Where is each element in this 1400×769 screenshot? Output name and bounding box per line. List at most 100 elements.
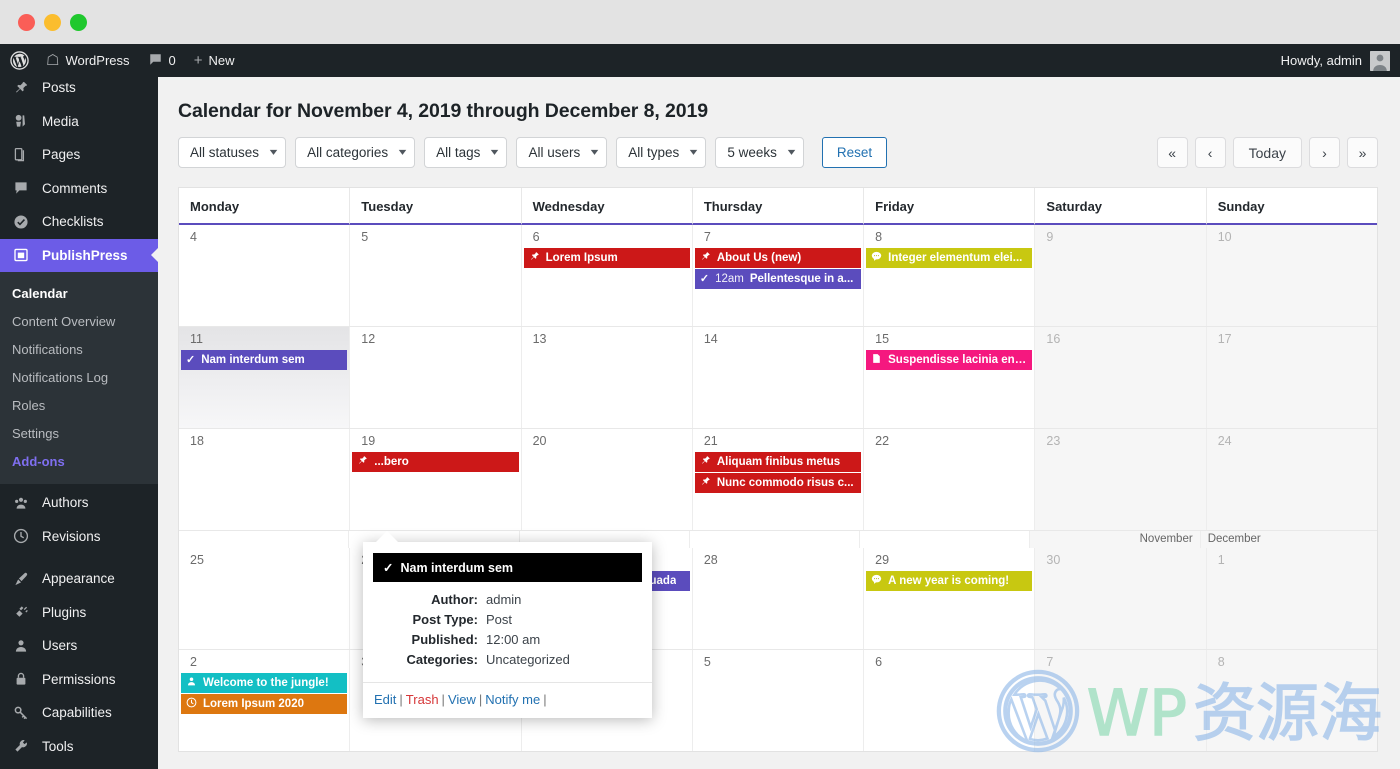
calendar-day-cell[interactable]: 14 — [692, 327, 865, 428]
calendar-day-cell[interactable]: 13 — [521, 327, 693, 428]
sidebar-item-notifications-log[interactable]: Notifications Log — [0, 363, 158, 391]
sidebar-item-checklists[interactable]: Checklists — [0, 205, 158, 239]
day-number: 2 — [190, 655, 197, 669]
nav-previous-button[interactable]: ‹ — [1194, 137, 1226, 168]
event-title: Welcome to the jungle! — [203, 677, 329, 689]
reset-button[interactable]: Reset — [821, 137, 888, 168]
calendar-day-cell[interactable]: 7 — [1035, 650, 1207, 751]
calendar-day-cell[interactable]: 10 — [1206, 225, 1377, 326]
filter-category-select[interactable]: All categories ▾ — [295, 137, 416, 168]
calendar-day-cell[interactable]: 2 Welcome to the jungle! Lorem Ipsum 2020 — [179, 650, 351, 751]
sidebar-item-pp-settings[interactable]: Settings — [0, 419, 158, 447]
chevron-down-icon: ▾ — [787, 147, 796, 158]
sidebar-item-addons[interactable]: Add-ons — [0, 447, 158, 475]
calendar-day-cell[interactable]: 7 About Us (new) ✓ 12am Pellentesque in a... — [692, 225, 865, 326]
nav-last-button[interactable]: » — [1347, 137, 1378, 168]
nav-next-button[interactable]: › — [1309, 137, 1340, 168]
admin-sidebar: Posts Media Pages Comments Checklists Pu… — [0, 77, 158, 769]
calendar-day-cell[interactable]: 28 — [692, 548, 865, 649]
sidebar-item-notifications[interactable]: Notifications — [0, 335, 158, 363]
sidebar-item-appearance[interactable]: Appearance — [0, 562, 158, 596]
minimize-window-button[interactable] — [44, 13, 61, 31]
calendar-day-cell[interactable]: 16 — [1035, 327, 1207, 428]
calendar-day-cell[interactable]: 30 — [1035, 548, 1207, 649]
filter-tag-select[interactable]: All tags ▾ — [424, 137, 508, 168]
calendar-event-item[interactable]: ...bero — [352, 452, 519, 472]
calendar-event-item[interactable]: Integer elementum elei... — [866, 248, 1033, 268]
calendar-event-item[interactable]: ✓ 12am Pellentesque in a... — [694, 269, 862, 289]
admin-bar-site-name[interactable]: ☖ WordPress — [37, 44, 139, 77]
calendar-day-cell[interactable]: 25 — [179, 548, 351, 649]
popup-trash-link[interactable]: Trash — [406, 692, 439, 707]
calendar-event-item[interactable]: Suspendisse lacinia enim — [866, 350, 1033, 370]
calendar-day-cell[interactable]: 17 — [1206, 327, 1377, 428]
nav-today-button[interactable]: Today — [1232, 137, 1302, 168]
calendar-day-cell[interactable]: 9 — [1035, 225, 1207, 326]
home-icon: ☖ — [46, 52, 60, 69]
calendar-event-item[interactable]: Welcome to the jungle! — [181, 673, 348, 693]
event-title: Integer elementum elei... — [888, 252, 1023, 264]
filter-weeks-select[interactable]: 5 weeks ▾ — [715, 137, 804, 168]
admin-bar-account[interactable]: Howdy, admin — [1281, 44, 1400, 77]
calendar-day-cell[interactable]: 29 A new year is coming! — [864, 548, 1036, 649]
day-number: 29 — [875, 553, 890, 567]
calendar-event-item[interactable]: A new year is coming! — [866, 571, 1033, 591]
popup-notify-me-link[interactable]: Notify me — [485, 692, 540, 707]
admin-bar-new[interactable]: + New — [185, 44, 244, 77]
sidebar-item-plugins[interactable]: Plugins — [0, 596, 158, 630]
sidebar-item-revisions[interactable]: Revisions — [0, 520, 158, 554]
calendar-day-cell[interactable]: 8 Integer elementum elei... — [864, 225, 1036, 326]
sidebar-item-pages[interactable]: Pages — [0, 138, 158, 172]
filter-type-select[interactable]: All types ▾ — [616, 137, 707, 168]
calendar-day-cell[interactable]: 8 — [1206, 650, 1377, 751]
sidebar-item-tools[interactable]: Tools — [0, 730, 158, 764]
admin-bar-comments[interactable]: 0 — [139, 44, 185, 77]
close-window-button[interactable] — [18, 13, 35, 31]
calendar-day-cell[interactable]: 19 ...bero — [350, 429, 522, 530]
sidebar-item-roles[interactable]: Roles — [0, 391, 158, 419]
calendar-event-item[interactable]: Lorem Ipsum — [523, 248, 690, 268]
calendar-event-item[interactable]: Nunc commodo risus c... — [694, 473, 862, 493]
calendar-day-cell[interactable]: 12 — [350, 327, 522, 428]
calendar-event-item[interactable]: ✓ Nam interdum sem — [181, 350, 348, 370]
sidebar-item-permissions[interactable]: Permissions — [0, 663, 158, 697]
day-number: 7 — [703, 230, 711, 244]
calendar-day-cell[interactable]: 20 — [521, 429, 693, 530]
sidebar-item-comments[interactable]: Comments — [0, 172, 158, 206]
popup-edit-link[interactable]: Edit — [374, 692, 396, 707]
sidebar-item-users[interactable]: Users — [0, 629, 158, 663]
sidebar-item-capabilities[interactable]: Capabilities — [0, 696, 158, 730]
popup-view-link[interactable]: View — [448, 692, 476, 707]
sidebar-item-settings[interactable]: Settings — [0, 763, 158, 769]
event-title: Suspendisse lacinia enim — [888, 354, 1028, 366]
sidebar-item-content-overview[interactable]: Content Overview — [0, 307, 158, 335]
calendar-day-cell[interactable]: 22 — [864, 429, 1036, 530]
calendar-day-cell[interactable]: 15 Suspendisse lacinia enim — [864, 327, 1036, 428]
calendar-day-cell[interactable]: 11 ✓ Nam interdum sem — [179, 327, 351, 428]
calendar-day-cell[interactable]: 6 Lorem Ipsum — [521, 225, 693, 326]
filter-status-select[interactable]: All statuses ▾ — [178, 137, 287, 168]
calendar-day-cell[interactable]: 1 — [1206, 548, 1377, 649]
maximize-window-button[interactable] — [70, 13, 87, 31]
sidebar-item-publishpress[interactable]: PublishPress — [0, 238, 158, 272]
calendar-day-cell[interactable]: 5 — [350, 225, 522, 326]
calendar-event-item[interactable]: Aliquam finibus metus — [694, 452, 862, 472]
calendar-day-cell[interactable]: 18 — [179, 429, 351, 530]
sidebar-item-media[interactable]: Media — [0, 105, 158, 139]
filter-user-select[interactable]: All users ▾ — [516, 137, 608, 168]
calendar-day-cell[interactable]: 21 Aliquam finibus metus Nunc commodo risu… — [692, 429, 865, 530]
calendar-day-cell[interactable]: 4 — [179, 225, 351, 326]
sidebar-item-authors[interactable]: Authors — [0, 486, 158, 520]
nav-first-button[interactable]: « — [1156, 137, 1188, 168]
calendar-day-cell[interactable]: 5 — [692, 650, 865, 751]
calendar-day-cell[interactable]: 23 — [1035, 429, 1207, 530]
day-number: 1 — [1217, 553, 1225, 567]
calendar-day-cell[interactable]: 24 — [1206, 429, 1377, 530]
event-details-popup[interactable]: ✓ Nam interdum sem Author: admin Post Ty… — [363, 531, 652, 718]
sidebar-item-calendar[interactable]: Calendar — [0, 279, 158, 307]
calendar-event-item[interactable]: About Us (new) — [694, 248, 862, 268]
calendar-day-cell[interactable]: 6 — [864, 650, 1036, 751]
calendar-event-item[interactable]: Lorem Ipsum 2020 — [181, 694, 348, 714]
sidebar-item-posts[interactable]: Posts — [0, 77, 158, 105]
wordpress-logo-icon[interactable] — [0, 44, 37, 77]
